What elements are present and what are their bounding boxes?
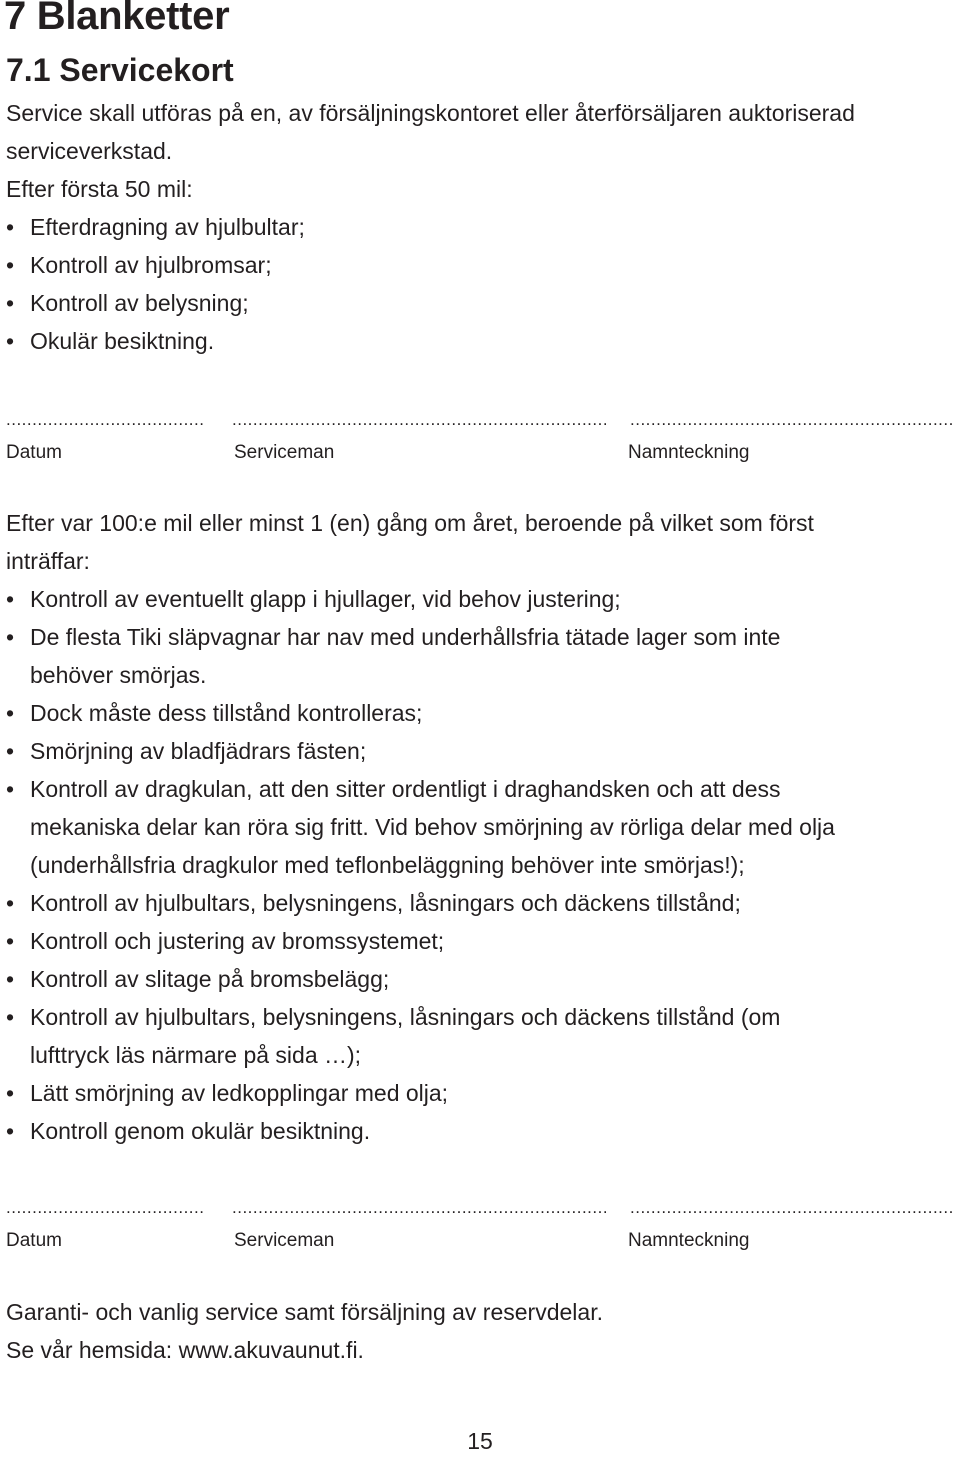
list-item: Kontroll av hjulbultars, belysningens, l…	[6, 884, 835, 922]
intro-line-2: serviceverkstad.	[6, 138, 173, 164]
signature-row-1: ........................................…	[0, 410, 960, 470]
periodic-service-list: Kontroll av eventuellt glapp i hjullager…	[6, 580, 835, 1150]
date-field[interactable]: ........................................…	[6, 410, 206, 430]
date-label: Datum	[6, 442, 62, 463]
serviceman-label: Serviceman	[234, 1230, 335, 1251]
list-item: Efterdragning av hjulbultar;	[6, 208, 305, 246]
list-item: Kontroll genom okulär besiktning.	[6, 1112, 835, 1150]
list-item: Kontroll av belysning;	[6, 284, 305, 322]
serviceman-label: Serviceman	[234, 442, 335, 463]
list-item: Kontroll och justering av bromssystemet;	[6, 922, 835, 960]
page-number: 15	[467, 1428, 493, 1454]
footer-line-1: Garanti- och vanlig service samt försälj…	[6, 1299, 603, 1325]
periodic-intro-line-2: inträffar:	[6, 548, 90, 574]
signature-row-2: ........................................…	[0, 1198, 960, 1258]
page-heading: 7 Blanketter	[4, 0, 230, 38]
intro-line-3: Efter första 50 mil:	[6, 176, 193, 202]
list-item: Dock måste dess tillstånd kontrolleras;	[6, 694, 835, 732]
section-heading: 7.1 Servicekort	[6, 52, 234, 88]
signature-label: Namnteckning	[628, 1230, 750, 1251]
list-item: Kontroll av hjulbromsar;	[6, 246, 305, 284]
periodic-intro-line-1: Efter var 100:e mil eller minst 1 (en) g…	[6, 510, 814, 536]
list-item: Kontroll av dragkulan, att den sitter or…	[6, 770, 835, 884]
list-item: Okulär besiktning.	[6, 322, 305, 360]
first-service-list: Efterdragning av hjulbultar; Kontroll av…	[6, 208, 305, 360]
serviceman-field[interactable]: ........................................…	[232, 1198, 606, 1218]
list-item: Smörjning av bladfjädrars fästen;	[6, 732, 835, 770]
list-item: Kontroll av eventuellt glapp i hjullager…	[6, 580, 835, 618]
list-item: Kontroll av slitage på bromsbelägg;	[6, 960, 835, 998]
list-item: Lätt smörjning av ledkopplingar med olja…	[6, 1074, 835, 1112]
list-item: Kontroll av hjulbultars, belysningens, l…	[6, 998, 835, 1074]
date-label: Datum	[6, 1230, 62, 1251]
serviceman-field[interactable]: ........................................…	[232, 410, 606, 430]
signature-field[interactable]: ........................................…	[630, 410, 952, 430]
footer-line-2: Se vår hemsida: www.akuvaunut.fi.	[6, 1337, 364, 1363]
signature-label: Namnteckning	[628, 442, 750, 463]
signature-field[interactable]: ........................................…	[630, 1198, 952, 1218]
list-item: De flesta Tiki släpvagnar har nav med un…	[6, 618, 835, 694]
intro-line-1: Service skall utföras på en, av försäljn…	[6, 100, 855, 126]
date-field[interactable]: ........................................…	[6, 1198, 206, 1218]
